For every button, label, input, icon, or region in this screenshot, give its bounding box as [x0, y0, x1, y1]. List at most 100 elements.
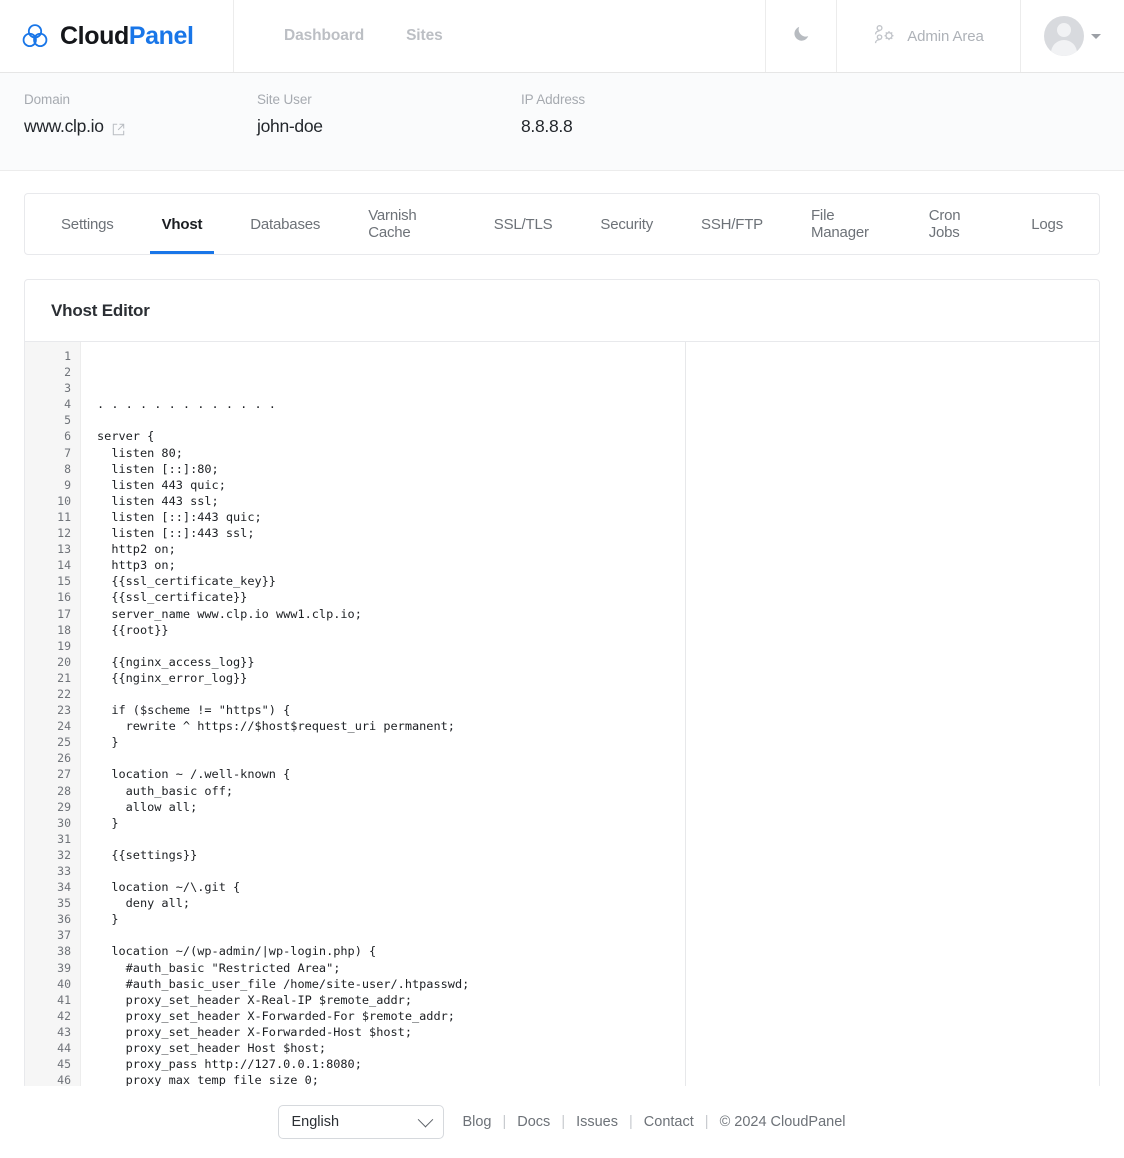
- line-number: 38: [57, 944, 71, 959]
- brand-title-part2: Panel: [128, 21, 194, 50]
- line-number: 43: [57, 1024, 71, 1039]
- code-editor[interactable]: 1 2 3 4 5 6 7 8 9 10 11 12 13 14 15 16 17 18 19 20 21 22 23 24 2…: [25, 342, 1099, 1088]
- vhost-editor-title: Vhost Editor: [25, 280, 1099, 342]
- line-number: 22: [57, 686, 71, 701]
- info-ip-address-label: IP Address: [521, 92, 586, 107]
- code-line: }: [97, 912, 119, 927]
- tab-varnish-cache[interactable]: Varnish Cache: [344, 194, 470, 254]
- code-line: auth_basic off;: [97, 783, 234, 798]
- code-line: listen 443 quic;: [97, 477, 226, 492]
- info-domain: Domain www.clp.io: [0, 92, 257, 137]
- tab-label: Security: [600, 215, 654, 233]
- main-content: Settings Vhost Databases Varnish Cache SSL/T…: [0, 193, 1124, 1089]
- info-site-user-label: Site User: [257, 92, 312, 107]
- tab-cron-jobs[interactable]: Cron Jobs: [905, 194, 1008, 254]
- site-info-bar: Domain www.clp.io Site User john-doe IP …: [0, 73, 1124, 171]
- line-number: 29: [57, 799, 71, 814]
- tab-label: Cron Jobs: [928, 207, 961, 241]
- info-ip-address-value: 8.8.8.8: [521, 116, 573, 136]
- tab-security[interactable]: Security: [576, 194, 677, 254]
- editor-line-numbers: 1 2 3 4 5 6 7 8 9 10 11 12 13 14 15 16 17 18 19 20 21 22 23 24 2…: [25, 342, 81, 1088]
- editor-code-content[interactable]: . . . . . . . . . . . . . server { listen…: [81, 342, 1099, 1088]
- tab-vhost[interactable]: Vhost: [138, 194, 227, 254]
- info-ip-address: IP Address 8.8.8.8: [521, 92, 821, 137]
- chevron-down-icon: [1091, 33, 1101, 39]
- footer-link-issues[interactable]: Issues: [576, 1114, 618, 1130]
- info-domain-label: Domain: [24, 92, 70, 107]
- line-number: 1: [64, 349, 71, 363]
- line-number: 37: [57, 928, 71, 943]
- footer-link-contact[interactable]: Contact: [644, 1114, 694, 1130]
- line-number: 31: [57, 831, 71, 846]
- admin-area-button[interactable]: Admin Area: [837, 0, 1021, 72]
- tab-label: Vhost: [161, 215, 203, 233]
- code-line: listen [::]:80;: [97, 461, 219, 476]
- line-number: 4: [64, 397, 71, 412]
- admin-area-label: Admin Area: [907, 27, 984, 45]
- language-select[interactable]: English: [278, 1105, 445, 1139]
- line-number: 11: [57, 509, 71, 524]
- code-line: listen [::]:443 quic;: [97, 509, 262, 524]
- tab-databases[interactable]: Databases: [226, 194, 344, 254]
- line-number: 13: [57, 542, 71, 557]
- line-number: 6: [64, 429, 71, 444]
- line-number: 34: [57, 880, 71, 895]
- line-number: 28: [57, 783, 71, 798]
- footer-link-blog[interactable]: Blog: [462, 1114, 491, 1130]
- line-number: 5: [64, 413, 71, 428]
- user-menu-button[interactable]: [1021, 0, 1124, 72]
- line-number: 41: [57, 992, 71, 1007]
- line-number: 27: [57, 767, 71, 782]
- code-line: }: [97, 735, 119, 750]
- footer-separator: |: [629, 1114, 633, 1130]
- code-line: proxy_set_header Host $host;: [97, 1041, 327, 1056]
- tab-settings[interactable]: Settings: [37, 194, 138, 254]
- code-line: http3 on;: [97, 558, 176, 573]
- info-site-user: Site User john-doe: [257, 92, 521, 137]
- tab-label: Databases: [250, 215, 321, 233]
- app-root: CloudPanel Dashboard Sites Admin Area Do…: [0, 0, 1124, 1158]
- brand-logo-area[interactable]: CloudPanel: [0, 0, 234, 72]
- nav-item-sites[interactable]: Sites: [406, 27, 443, 45]
- editor-margin-guide: [685, 342, 686, 1088]
- line-number: 23: [57, 703, 71, 718]
- tab-logs[interactable]: Logs: [1007, 194, 1087, 254]
- nav-item-dashboard[interactable]: Dashboard: [284, 27, 364, 45]
- tab-label: SSL/TLS: [493, 215, 553, 233]
- line-number: 9: [64, 477, 71, 492]
- info-site-user-value: john-doe: [257, 116, 323, 136]
- code-line: }: [97, 815, 119, 830]
- tab-ssl-tls[interactable]: SSL/TLS: [470, 194, 577, 254]
- dark-mode-toggle[interactable]: [766, 0, 837, 72]
- code-line: location ~/(wp-admin/|wp-login.php) {: [97, 944, 377, 959]
- code-line: {{nginx_error_log}}: [97, 670, 248, 685]
- line-number: 3: [64, 381, 71, 396]
- user-avatar-icon: [1044, 16, 1084, 56]
- code-line: {{ssl_certificate}}: [97, 590, 248, 605]
- code-line: location ~ /.well-known {: [97, 767, 291, 782]
- code-line: proxy_set_header X-Forwarded-Host $host;: [97, 1024, 412, 1039]
- brand-title: CloudPanel: [60, 21, 194, 50]
- brand-title-part1: Cloud: [60, 21, 129, 50]
- line-number: 32: [57, 847, 71, 862]
- external-link-icon[interactable]: [112, 120, 125, 136]
- code-line: {{root}}: [97, 622, 169, 637]
- language-select-value: English: [291, 1114, 340, 1130]
- tab-label: Varnish Cache: [368, 207, 417, 241]
- line-number: 35: [57, 896, 71, 911]
- code-line: http2 on;: [97, 542, 176, 557]
- chevron-down-icon: [418, 1111, 434, 1127]
- line-number: 39: [57, 960, 71, 975]
- tab-ssh-ftp[interactable]: SSH/FTP: [677, 194, 787, 254]
- tab-file-manager[interactable]: File Manager: [787, 194, 905, 254]
- line-number: 7: [64, 445, 71, 460]
- footer-copyright: © 2024 CloudPanel: [719, 1114, 846, 1130]
- code-line: server_name www.clp.io www1.clp.io;: [97, 606, 362, 621]
- footer-links: Blog | Docs | Issues | Contact | © 2024 CloudPane…: [462, 1114, 845, 1130]
- footer-link-docs[interactable]: Docs: [517, 1114, 550, 1130]
- line-number: 12: [57, 526, 71, 541]
- code-line: allow all;: [97, 799, 198, 814]
